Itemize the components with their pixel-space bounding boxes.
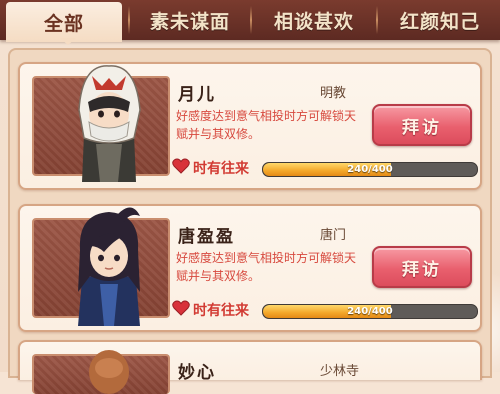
tab-strangers[interactable]: 素未谋面 [132, 0, 248, 40]
affinity-progress-bar: 240/400 [262, 304, 478, 319]
visit-button[interactable]: 拜访 [372, 246, 472, 288]
character-sect: 明教 [320, 86, 347, 101]
character-portrait [32, 350, 170, 394]
character-portrait [32, 65, 170, 182]
character-sect: 少林寺 [320, 364, 360, 379]
tab-divider [128, 6, 130, 34]
tab-divider [250, 6, 252, 34]
affinity-hint: 好感度达到意气相投时方可解锁天赋并与其双修。 [176, 109, 357, 141]
tab-divider [376, 6, 378, 34]
bond-level-label: 时有往来 [193, 161, 249, 177]
character-card: 妙心 少林寺 [18, 340, 482, 394]
character-card: 唐盈盈 唐门 好感度达到意气相投时方可解锁天赋并与其双修。 拜访 时有往来 24… [18, 204, 482, 332]
tab-all[interactable]: 全部 [6, 2, 122, 42]
heart-icon [172, 300, 190, 316]
character-name: 月儿 [178, 85, 216, 105]
tab-confidant[interactable]: 红颜知己 [380, 0, 500, 40]
tab-bar: 全部 素未谋面 相谈甚欢 红颜知己 [0, 0, 500, 42]
character-name: 妙心 [178, 363, 216, 383]
affinity-progress-bar: 240/400 [262, 162, 478, 177]
affinity-hint: 好感度达到意气相投时方可解锁天赋并与其双修。 [176, 251, 357, 283]
heart-icon [172, 158, 190, 174]
character-card: 月儿 明教 好感度达到意气相投时方可解锁天赋并与其双修。 拜访 时有往来 240… [18, 62, 482, 190]
hooded-character-icon [78, 65, 141, 182]
character-name: 唐盈盈 [178, 227, 235, 247]
visit-button[interactable]: 拜访 [372, 104, 472, 146]
affinity-progress-text: 240/400 [347, 164, 393, 175]
active-tab-indicator [60, 38, 76, 45]
dark-haired-character-icon [78, 207, 140, 326]
bond-level-label: 时有往来 [193, 303, 249, 319]
character-portrait [32, 207, 170, 326]
monk-character-icon [89, 350, 129, 394]
character-sect: 唐门 [320, 228, 347, 243]
affinity-progress-text: 240/400 [347, 306, 393, 317]
tab-good-talk[interactable]: 相谈甚欢 [254, 0, 374, 40]
